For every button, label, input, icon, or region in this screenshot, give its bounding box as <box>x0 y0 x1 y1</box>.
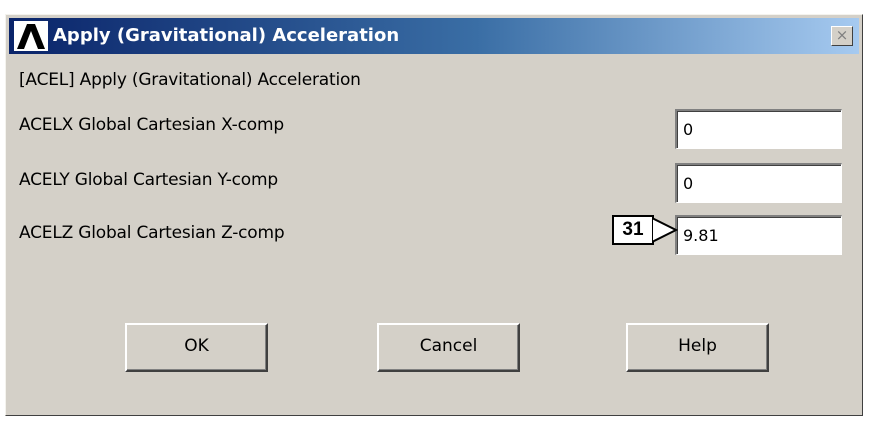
step-number: 31 <box>612 215 654 245</box>
window-title: Apply (Gravitational) Acceleration <box>53 25 400 46</box>
acelx-input[interactable] <box>675 109 842 149</box>
step-callout: 31 <box>612 215 678 245</box>
acely-label: ACELY Global Cartesian Y-comp <box>19 170 278 190</box>
acely-input[interactable] <box>675 163 842 203</box>
acelz-label: ACELZ Global Cartesian Z-comp <box>19 223 285 243</box>
title-bar[interactable]: Apply (Gravitational) Acceleration × <box>9 18 859 54</box>
acelz-input[interactable] <box>675 215 842 255</box>
cancel-button[interactable]: Cancel <box>377 323 520 372</box>
acelx-label: ACELX Global Cartesian X-comp <box>19 115 284 135</box>
ansys-logo-icon <box>14 21 48 51</box>
help-button[interactable]: Help <box>626 323 769 372</box>
ok-button[interactable]: OK <box>125 323 268 372</box>
command-heading: [ACEL] Apply (Gravitational) Acceleratio… <box>19 70 361 90</box>
close-icon[interactable]: × <box>831 26 853 46</box>
dialog-window: Apply (Gravitational) Acceleration × [AC… <box>5 14 863 416</box>
arrow-right-icon <box>652 216 678 244</box>
